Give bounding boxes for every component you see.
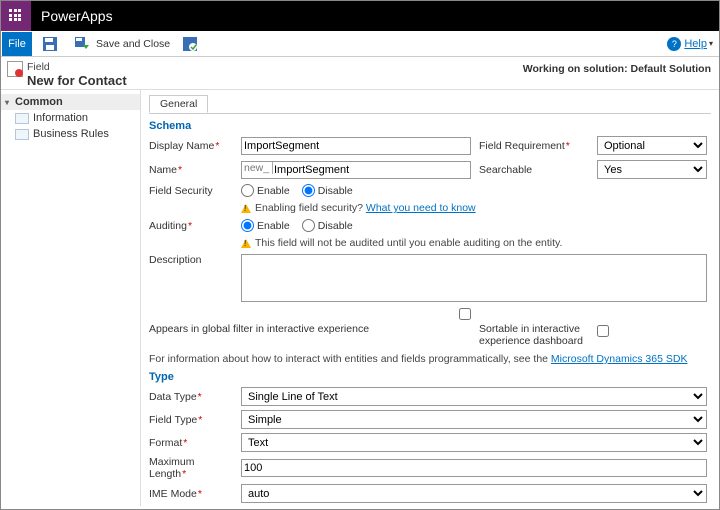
file-menu-button[interactable]: File [2,32,32,56]
tabstrip: General [149,94,711,114]
form-icon [15,113,29,124]
save-icon [42,36,58,52]
label-appears-global: Appears in global filter in interactive … [149,323,471,335]
radio-security-disable[interactable]: Disable [302,184,353,197]
rules-icon [15,129,29,140]
checkbox-appears-global[interactable] [459,308,471,320]
tree-collapse-icon: ▾ [5,98,13,107]
help-menu[interactable]: ? Help ▾ [667,37,713,51]
sidebar-common-label: Common [15,96,63,108]
save-and-close-label: Save and Close [96,38,170,50]
name-prefix: new_ [244,162,273,174]
help-label: Help [684,38,707,50]
publish-button[interactable] [178,36,202,52]
save-and-close-button[interactable]: Save and Close [70,36,170,52]
label-display-name: Display Name* [149,140,233,152]
input-name[interactable] [241,161,471,179]
save-close-icon [74,36,90,52]
tab-general[interactable]: General [149,95,208,113]
warning-field-security: Enabling field security? What you need t… [241,202,707,214]
sidebar: ▾ Common Information Business Rules [1,90,141,506]
working-on-solution: Working on solution: Default Solution [523,63,711,75]
schema-heading: Schema [149,120,711,132]
select-field-type[interactable]: Simple [241,410,707,429]
label-description: Description [149,254,233,266]
titlebar: PowerApps [1,1,719,31]
help-icon: ? [667,37,681,51]
content-area: General Schema Display Name* Field Requi… [141,90,719,506]
save-button[interactable] [38,36,62,52]
radio-auditing-disable[interactable]: Disable [302,219,353,232]
select-format[interactable]: Text [241,433,707,452]
sidebar-item-business-rules[interactable]: Business Rules [1,126,140,142]
label-format: Format* [149,437,233,449]
waffle-icon [9,9,23,23]
select-searchable[interactable]: Yes [597,160,707,179]
link-sdk[interactable]: Microsoft Dynamics 365 SDK [551,353,688,365]
input-max-length[interactable] [241,459,707,477]
command-bar: File Save and Close ? Help ▾ [1,31,719,57]
link-security-learn[interactable]: What you need to know [366,202,476,214]
label-sortable: Sortable in interactive experience dashb… [479,323,589,347]
warning-icon [241,204,251,213]
label-field-type: Field Type* [149,414,233,426]
app-launcher-button[interactable] [1,1,31,31]
sidebar-rules-label: Business Rules [33,128,109,140]
select-ime-mode[interactable]: auto [241,484,707,503]
label-ime-mode: IME Mode* [149,488,233,500]
sidebar-item-common[interactable]: ▾ Common [1,94,140,110]
select-field-requirement[interactable]: Optional [597,136,707,155]
label-field-requirement: Field Requirement* [479,140,589,152]
label-auditing: Auditing* [149,220,233,232]
label-field-security: Field Security [149,185,233,197]
radio-security-enable[interactable]: Enable [241,184,290,197]
page-title: New for Contact [27,74,127,87]
warning-icon [241,239,251,248]
label-max-length: Maximum Length* [149,456,233,480]
type-heading: Type [149,371,711,383]
label-searchable: Searchable [479,164,589,176]
brand-name: PowerApps [31,8,113,24]
sdk-info-text: For information about how to interact wi… [149,353,711,365]
warning-auditing: This field will not be audited until you… [241,237,707,249]
label-name: Name* [149,164,233,176]
checkbox-sortable[interactable] [597,325,609,337]
input-display-name[interactable] [241,137,471,155]
publish-icon [182,36,198,52]
textarea-description[interactable] [241,254,707,302]
label-data-type: Data Type* [149,391,233,403]
entity-icon [7,61,23,77]
radio-auditing-enable[interactable]: Enable [241,219,290,232]
subheader: Field New for Contact Working on solutio… [1,57,719,90]
select-data-type[interactable]: Single Line of Text [241,387,707,406]
sidebar-info-label: Information [33,112,88,124]
chevron-down-icon: ▾ [709,39,713,48]
sidebar-item-information[interactable]: Information [1,110,140,126]
